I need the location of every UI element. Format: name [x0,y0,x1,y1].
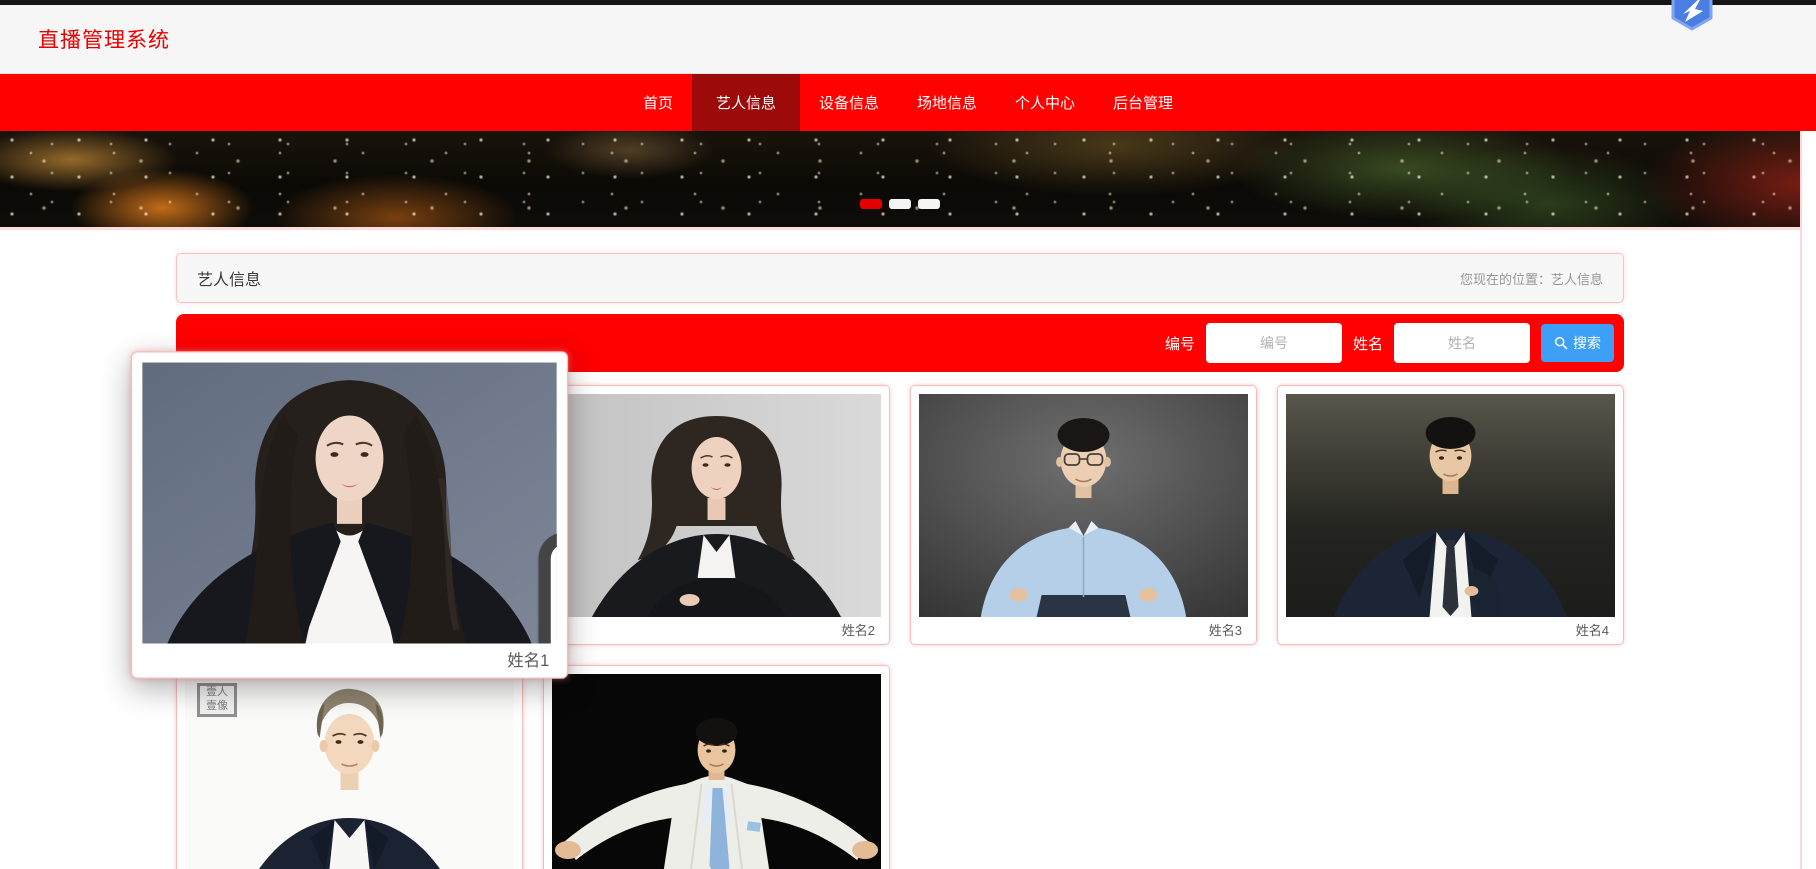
artist-name: 姓名3 [1208,623,1242,638]
nav-item-home[interactable]: 首页 [624,74,692,131]
search-button[interactable]: 搜索 [1541,324,1614,362]
artist-card-1-hovered[interactable]: 姓名1 [130,351,569,679]
nav-item-profile[interactable]: 个人中心 [996,74,1094,131]
artist-card-4[interactable]: 姓名4 [1277,385,1624,645]
id-field-label: 编号 [1164,335,1195,353]
brand-title: 直播管理系统 [38,29,170,52]
blue-hexagon-badge-icon[interactable] [1667,0,1717,31]
breadcrumb-bar: 艺人信息 您现在的位置：艺人信息 [176,253,1624,303]
page: 直播管理系统 首页 艺人信息 设备信息 场地信息 个人中心 后台管理 艺人信息 … [0,0,1816,869]
search-button-label: 搜索 [1573,335,1601,351]
carousel-dot[interactable] [860,199,882,209]
artist-name: 姓名1 [507,651,550,670]
artist-name: 姓名4 [1575,623,1609,638]
nav-item-venue[interactable]: 场地信息 [898,74,996,131]
artist-photo-5: 壹人壹像 [185,674,514,869]
carousel-dot[interactable] [918,199,940,209]
page-title: 艺人信息 [197,272,262,289]
nav-item-equipment[interactable]: 设备信息 [800,74,898,131]
name-field-label: 姓名 [1352,335,1383,353]
header: 直播管理系统 [0,0,1816,74]
content-column: 艺人信息 您现在的位置：艺人信息 编号 姓名 搜索 [130,230,1624,869]
photo-watermark-stamp: 壹人壹像 [197,683,237,717]
carousel-banner-night-city [0,131,1800,230]
artist-photo-2 [552,394,881,617]
hand-cursor [538,533,557,644]
artist-photo-6 [552,674,881,869]
nav-item-admin[interactable]: 后台管理 [1094,74,1192,131]
artist-card-5[interactable]: 壹人壹像 [176,665,523,869]
artist-photo-3 [919,394,1248,617]
artist-photo-4 [1286,394,1615,617]
artist-card-6[interactable] [543,665,890,869]
content-wrapper: 艺人信息 您现在的位置：艺人信息 编号 姓名 搜索 [0,131,1802,869]
carousel-dot[interactable] [889,199,911,209]
nav-item-artists[interactable]: 艺人信息 [691,74,800,131]
main-nav: 首页 艺人信息 设备信息 场地信息 个人中心 后台管理 [0,74,1816,131]
artist-card-3[interactable]: 姓名3 [910,385,1257,645]
carousel-dots [860,199,940,209]
artist-photo-1 [142,362,557,644]
breadcrumb: 您现在的位置：艺人信息 [1459,271,1603,287]
artist-card-2[interactable]: 姓名2 [543,385,890,645]
magnifier-icon [1554,336,1568,350]
artist-name: 姓名2 [841,623,875,638]
artist-card-grid: 姓名1 姓名2 姓名3 姓名4 壹人壹像 [130,351,1624,869]
id-input[interactable] [1205,323,1342,363]
name-input[interactable] [1394,323,1530,363]
watermark-text: 壹人壹像 [206,686,228,712]
